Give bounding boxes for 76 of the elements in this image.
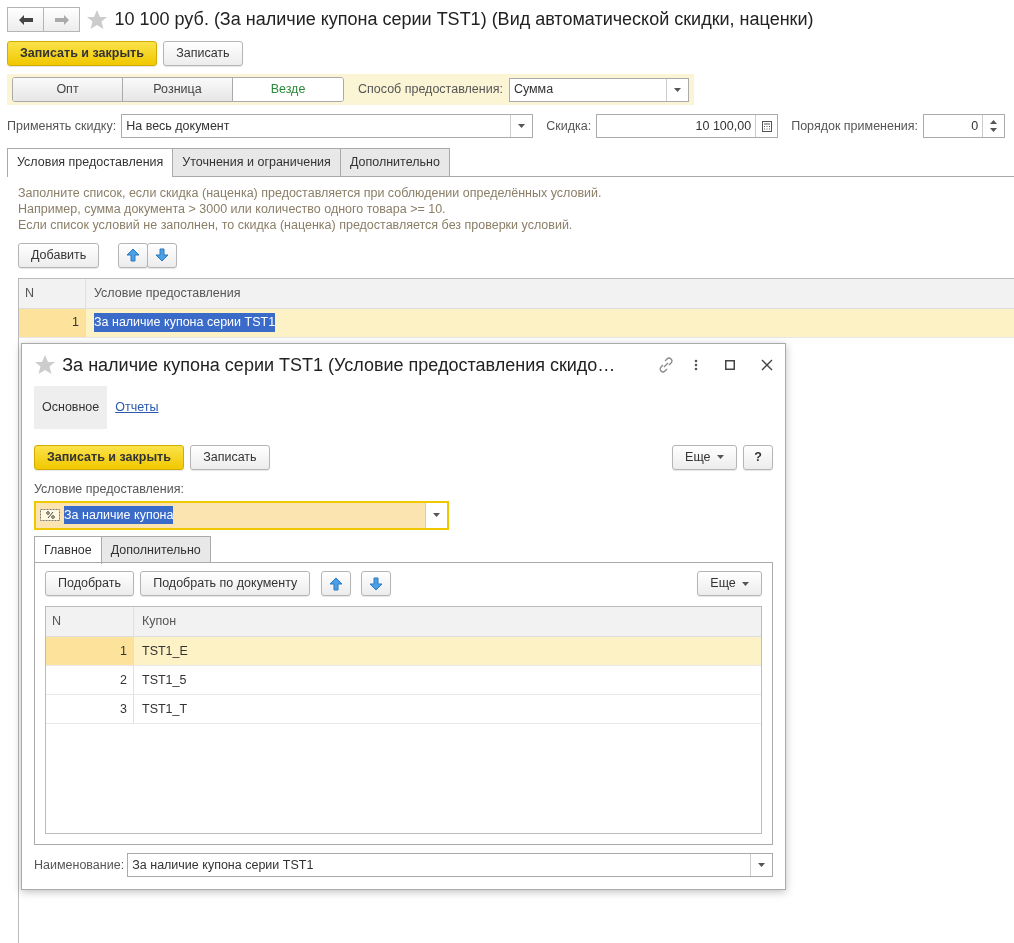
tab[interactable]: Дополнительно [339, 148, 450, 176]
order-field[interactable]: 0 [923, 114, 1006, 138]
arrow-up-icon [126, 248, 140, 263]
save-button[interactable]: Записать [190, 444, 270, 470]
dropdown-arrow-icon [518, 124, 526, 128]
tab[interactable]: Дополнительно [100, 535, 211, 564]
table-cell: За наличие купона серии TST1 [94, 313, 276, 333]
hint-text: Если список условий не заполнен, то скидка (наценка) предоставляется без проверки условий. [18, 216, 574, 233]
discount-field[interactable]: 10 100,00 [596, 114, 779, 138]
field-label: Скидка: [546, 117, 592, 135]
field-label: Порядок применения: [791, 117, 919, 135]
apply-select[interactable]: На весь документ [121, 114, 534, 138]
arrow-down-icon [155, 248, 169, 263]
more-options-icon [694, 359, 698, 371]
add-button[interactable]: Добавить [18, 242, 100, 268]
table-cell-text: TST1_5 [142, 671, 187, 689]
close-icon [761, 359, 773, 371]
field-label: Способ предоставления: [358, 81, 503, 99]
row-number: 1 [46, 637, 133, 666]
help-button[interactable]: ? [743, 444, 773, 470]
table-row[interactable]: 2 TST1_5 [46, 666, 761, 696]
dropdown-arrow-icon [433, 513, 440, 517]
tab[interactable]: Главное [34, 535, 102, 565]
back-button[interactable] [7, 7, 44, 32]
method-select[interactable]: Сумма [508, 77, 689, 102]
column-header: N [24, 284, 36, 302]
dropdown-arrow-icon [716, 455, 724, 460]
dropdown-arrow-icon [742, 581, 749, 586]
save-and-close-button[interactable]: Записать и закрыть [34, 444, 184, 470]
pick-button[interactable]: Подобрать [45, 571, 134, 597]
arrow-down-icon [368, 576, 383, 591]
forward-arrow-icon [54, 14, 69, 25]
dropdown-arrow-icon [673, 87, 681, 92]
row-number: 2 [119, 671, 128, 689]
column-header: Условие предоставления [85, 278, 1014, 308]
table-row[interactable]: 1 TST1_E [46, 637, 761, 667]
calculator-icon [761, 120, 772, 132]
arrow-up-icon [328, 576, 343, 591]
scope-toggle-button[interactable]: Розница [123, 78, 233, 101]
maximize-icon [724, 360, 735, 370]
spin-arrows-icon [990, 120, 998, 132]
back-arrow-icon [18, 14, 33, 25]
nav-link[interactable]: Отчеты [107, 393, 167, 422]
row-number: 1 [19, 308, 85, 337]
tab[interactable]: Уточнения и ограничения [172, 148, 341, 176]
column-header: Купон [133, 607, 761, 637]
move-down-button[interactable] [147, 242, 177, 268]
move-up-button[interactable] [118, 242, 148, 268]
field-label: Условие предоставления: [34, 480, 185, 498]
nav-tab[interactable]: Основное [34, 386, 108, 429]
pick-by-document-button[interactable]: Подобрать по документу [140, 571, 311, 597]
table-cell-text: TST1_T [142, 700, 188, 718]
field-label: Наименование: [34, 856, 125, 874]
more-button[interactable]: Еще [672, 444, 737, 470]
column-header: N [51, 613, 63, 631]
hint-text: Заполните список, если скидка (наценка) предоставляется при соблюдении определённых условий. [18, 184, 603, 201]
name-field[interactable]: За наличие купона серии TST1 [127, 853, 773, 877]
move-down-button[interactable] [360, 571, 391, 597]
table-row[interactable]: 3 TST1_T [46, 695, 761, 725]
more-button[interactable]: Еще [697, 571, 762, 597]
dropdown-arrow-icon [758, 863, 765, 867]
scope-toggle-button[interactable]: Опт [13, 78, 123, 101]
save-and-close-button[interactable]: Записать и закрыть [7, 41, 157, 66]
coupon-percent-icon [40, 509, 60, 521]
table-cell-text: TST1_E [142, 642, 188, 660]
field-label: Применять скидку: [7, 117, 117, 135]
hint-text: Например, сумма документа > 3000 или количество одного товара >= 10. [18, 200, 447, 217]
tab[interactable]: Условия предоставления [7, 148, 174, 177]
move-up-button[interactable] [320, 571, 351, 597]
row-number: 3 [119, 700, 128, 718]
table-row[interactable]: 1 За наличие купона серии TST1 [19, 308, 1014, 338]
scope-toggle-button[interactable]: Везде [233, 78, 343, 101]
window-title: 10 100 руб. (За наличие купона серии TST1) (Вид автоматической скидки, наценки) [114, 8, 814, 31]
dialog-title: За наличие купона серии TST1 (Условие предоставления скидо… [62, 353, 617, 377]
link-icon [657, 357, 674, 373]
save-button[interactable]: Записать [163, 41, 243, 66]
